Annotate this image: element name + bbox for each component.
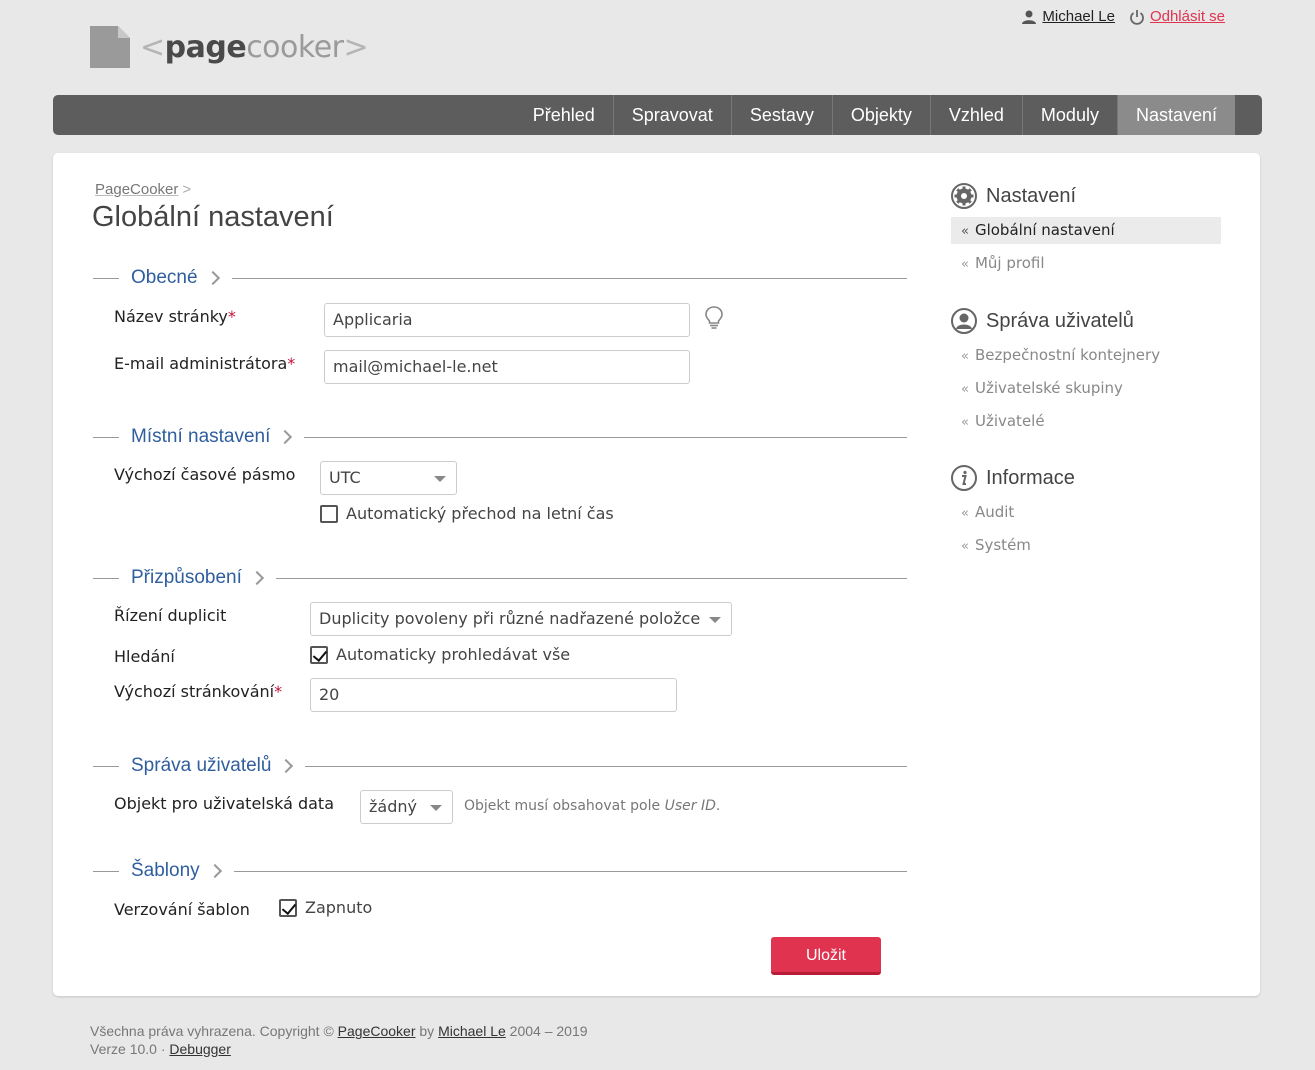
footer-brand-link[interactable]: PageCooker bbox=[338, 1023, 416, 1039]
save-button[interactable]: Uložit bbox=[771, 937, 881, 975]
section-local[interactable]: Místní nastavení bbox=[93, 426, 907, 447]
main-nav: Přehled Spravovat Sestavy Objekty Vzhled… bbox=[53, 95, 1262, 135]
logout-link[interactable]: Odhlásit se bbox=[1150, 8, 1225, 25]
timezone-value: UTC bbox=[329, 468, 361, 487]
nav-item-spravovat[interactable]: Spravovat bbox=[612, 95, 731, 135]
nav-item-nastaveni[interactable]: Nastavení bbox=[1116, 95, 1235, 135]
template-versioning-label: Verzování šablon bbox=[114, 900, 250, 919]
page-logo-icon bbox=[90, 26, 130, 68]
sidebar-heading-info: Informace bbox=[951, 463, 1221, 493]
section-local-title: Místní nastavení bbox=[131, 426, 271, 447]
section-general-title: Obecné bbox=[131, 267, 198, 288]
checkbox-box[interactable] bbox=[310, 645, 328, 664]
nav-item-prehled[interactable]: Přehled bbox=[515, 95, 613, 135]
search-checkbox[interactable]: Automaticky prohledávat vše bbox=[310, 645, 570, 664]
chevron-down-icon bbox=[430, 805, 442, 811]
chevron-down-icon bbox=[434, 476, 446, 482]
section-users[interactable]: Správa uživatelů bbox=[93, 755, 907, 776]
duplicates-value: Duplicity povoleny při různé nadřazené p… bbox=[319, 609, 701, 628]
page-title: Globální nastavení bbox=[92, 201, 334, 233]
site-name-label: Název stránky* bbox=[114, 307, 236, 326]
footer-copyright: Všechna práva vyhrazena. Copyright © Pag… bbox=[90, 1023, 588, 1039]
logo-text: <pagecooker> bbox=[140, 29, 369, 65]
chevron-right-icon bbox=[279, 758, 294, 774]
chevron-right-icon bbox=[205, 270, 220, 286]
chevron-down-icon bbox=[709, 617, 721, 623]
sidebar-item-users[interactable]: «Uživatelé bbox=[951, 408, 1221, 435]
chevron-right-icon bbox=[249, 570, 264, 586]
sidebar-heading-label: Nastavení bbox=[986, 184, 1077, 207]
footer-version: Verze 10.0 · Debugger bbox=[90, 1041, 231, 1057]
sidebar-group-info: Informace «Audit «Systém bbox=[951, 463, 1221, 559]
footer-debugger-link[interactable]: Debugger bbox=[169, 1041, 231, 1057]
search-checkbox-label: Automaticky prohledávat vše bbox=[336, 645, 571, 664]
admin-email-input[interactable]: mail@michael-le.net bbox=[324, 350, 690, 384]
sidebar-group-settings: Nastavení «Globální nastavení «Můj profi… bbox=[951, 181, 1221, 277]
user-object-value: žádný bbox=[369, 797, 417, 816]
timezone-select[interactable]: UTC bbox=[320, 461, 457, 495]
breadcrumb-separator: > bbox=[182, 181, 192, 198]
breadcrumb: PageCooker > bbox=[95, 181, 191, 198]
timezone-label: Výchozí časové pásmo bbox=[114, 465, 296, 484]
duplicates-label: Řízení duplicit bbox=[114, 606, 227, 625]
nav-item-sestavy[interactable]: Sestavy bbox=[730, 95, 832, 135]
dst-checkbox-label: Automatický přechod na letní čas bbox=[346, 504, 614, 523]
site-name-input[interactable]: Applicaria bbox=[324, 303, 690, 337]
template-versioning-checkbox[interactable]: Zapnuto bbox=[279, 898, 372, 917]
sidebar-heading-label: Informace bbox=[986, 466, 1075, 489]
main-card: PageCooker > Globální nastavení Obecné Ná… bbox=[53, 153, 1260, 996]
nav-item-objekty[interactable]: Objekty bbox=[831, 95, 930, 135]
paging-input[interactable]: 20 bbox=[310, 678, 677, 712]
duplicates-select[interactable]: Duplicity povoleny při různé nadřazené p… bbox=[310, 602, 732, 636]
lightbulb-icon[interactable] bbox=[704, 305, 724, 329]
sidebar-heading-label: Správa uživatelů bbox=[986, 309, 1134, 332]
sidebar-item-my-profile[interactable]: «Můj profil bbox=[951, 250, 1221, 277]
nav-item-moduly[interactable]: Moduly bbox=[1021, 95, 1117, 135]
info-icon bbox=[951, 465, 977, 491]
checkbox-box[interactable] bbox=[279, 898, 297, 917]
search-label: Hledání bbox=[114, 647, 175, 666]
section-templates-title: Šablony bbox=[131, 860, 200, 881]
power-icon bbox=[1130, 9, 1144, 25]
paging-label: Výchozí stránkování* bbox=[114, 682, 283, 701]
logo[interactable]: <pagecooker> bbox=[90, 26, 369, 68]
admin-email-label: E-mail administrátora* bbox=[114, 354, 296, 373]
sidebar-item-audit[interactable]: «Audit bbox=[951, 499, 1221, 526]
sidebar-item-system[interactable]: «Systém bbox=[951, 532, 1221, 559]
user-icon bbox=[1022, 10, 1037, 24]
user-bar: Michael Le Odhlásit se bbox=[1021, 8, 1225, 25]
dst-checkbox[interactable]: Automatický přechod na letní čas bbox=[320, 504, 614, 523]
nav-item-vzhled[interactable]: Vzhled bbox=[929, 95, 1022, 135]
user-object-hint: Objekt musí obsahovat pole User ID. bbox=[464, 798, 721, 814]
user-circle-icon bbox=[951, 308, 977, 334]
section-custom-title: Přizpůsobení bbox=[131, 567, 242, 588]
sidebar-group-users: Správa uživatelů «Bezpečnostní kontejner… bbox=[951, 306, 1221, 435]
section-general[interactable]: Obecné bbox=[93, 267, 907, 288]
sidebar-heading-settings: Nastavení bbox=[951, 181, 1221, 211]
footer: Všechna práva vyhrazena. Copyright © Pag… bbox=[90, 1022, 588, 1058]
user-profile-link[interactable]: Michael Le bbox=[1042, 8, 1115, 25]
sidebar-item-global-settings[interactable]: «Globální nastavení bbox=[951, 217, 1221, 244]
breadcrumb-home-link[interactable]: PageCooker bbox=[95, 181, 178, 198]
sidebar-heading-users: Správa uživatelů bbox=[951, 306, 1221, 336]
section-users-title: Správa uživatelů bbox=[131, 755, 272, 776]
section-custom[interactable]: Přizpůsobení bbox=[93, 567, 907, 588]
sidebar-item-security-containers[interactable]: «Bezpečnostní kontejnery bbox=[951, 342, 1221, 369]
chevron-right-icon bbox=[207, 863, 222, 879]
sidebar-item-user-groups[interactable]: «Uživatelské skupiny bbox=[951, 375, 1221, 402]
user-object-label: Objekt pro uživatelská data bbox=[114, 794, 334, 813]
section-templates[interactable]: Šablony bbox=[93, 860, 907, 881]
checkbox-box[interactable] bbox=[320, 504, 338, 523]
chevron-right-icon bbox=[278, 429, 293, 445]
template-versioning-checkbox-label: Zapnuto bbox=[305, 898, 373, 917]
gear-icon bbox=[951, 183, 977, 209]
footer-author-link[interactable]: Michael Le bbox=[438, 1023, 506, 1039]
user-object-select[interactable]: žádný bbox=[360, 790, 453, 824]
